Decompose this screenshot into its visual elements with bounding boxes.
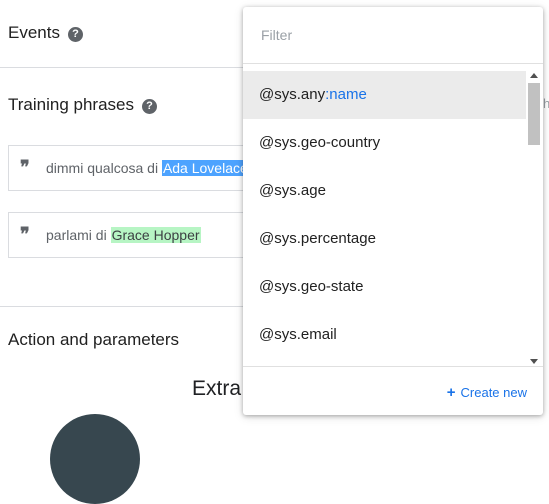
entity-suffix: :name	[325, 86, 367, 103]
create-new-label: Create new	[460, 385, 527, 400]
phrase-text[interactable]: parlami di Grace Hopper	[46, 227, 201, 243]
entity-highlight[interactable]: Ada Lovelace	[161, 160, 249, 176]
entity-highlight[interactable]: Grace Hopper	[110, 227, 201, 243]
phrase-plain-text: dimmi qualcosa di	[46, 160, 162, 176]
action-title-text: Action and parameters	[8, 330, 180, 349]
entity-label: @sys.age	[259, 182, 326, 199]
list-item[interactable]: @sys.age	[243, 167, 526, 215]
entity-label: @sys.percentage	[259, 230, 376, 247]
side-hint-text: h	[543, 96, 549, 111]
phrase-text[interactable]: dimmi qualcosa di Ada Lovelace	[46, 160, 249, 176]
training-title-text: Training phrases	[8, 95, 134, 114]
plus-icon: +	[446, 384, 456, 401]
scroll-down-arrow-icon[interactable]	[530, 359, 538, 364]
quote-icon: ❞	[20, 157, 30, 178]
dropdown-footer: + Create new	[243, 366, 543, 416]
scrollbar[interactable]	[527, 71, 541, 366]
entity-list: @sys.any:name @sys.geo-country @sys.age …	[243, 71, 526, 366]
entity-label: @sys.geo-state	[259, 278, 364, 295]
scroll-thumb[interactable]	[528, 83, 540, 145]
extract-heading: Extra	[192, 377, 242, 400]
create-new-button[interactable]: + Create new	[447, 384, 527, 401]
filter-input[interactable]	[259, 23, 523, 47]
help-circle-icon[interactable]: ?	[142, 99, 157, 114]
training-phrases-title: Training phrases?	[8, 95, 157, 115]
entity-label: @sys.any	[259, 86, 326, 103]
events-section-title: Events?	[8, 23, 83, 43]
entity-dropdown: @sys.any:name @sys.geo-country @sys.age …	[243, 7, 543, 415]
events-title-text: Events	[8, 23, 60, 42]
entity-label: @sys.email	[259, 326, 337, 343]
list-item[interactable]: @sys.email	[243, 311, 526, 359]
avatar	[50, 414, 140, 504]
phrase-plain-text: parlami di	[46, 227, 111, 243]
filter-container	[243, 7, 543, 64]
action-parameters-title: Action and parameters	[8, 330, 179, 350]
list-item[interactable]: @sys.percentage	[243, 215, 526, 263]
scroll-up-arrow-icon[interactable]	[530, 73, 538, 78]
list-item[interactable]: @sys.geo-country	[243, 119, 526, 167]
list-item[interactable]: @sys.any:name	[243, 71, 526, 119]
help-circle-icon[interactable]: ?	[67, 27, 83, 42]
quote-icon: ❞	[20, 224, 30, 245]
entity-label: @sys.geo-country	[259, 134, 381, 151]
list-item[interactable]: @sys.geo-state	[243, 263, 526, 311]
